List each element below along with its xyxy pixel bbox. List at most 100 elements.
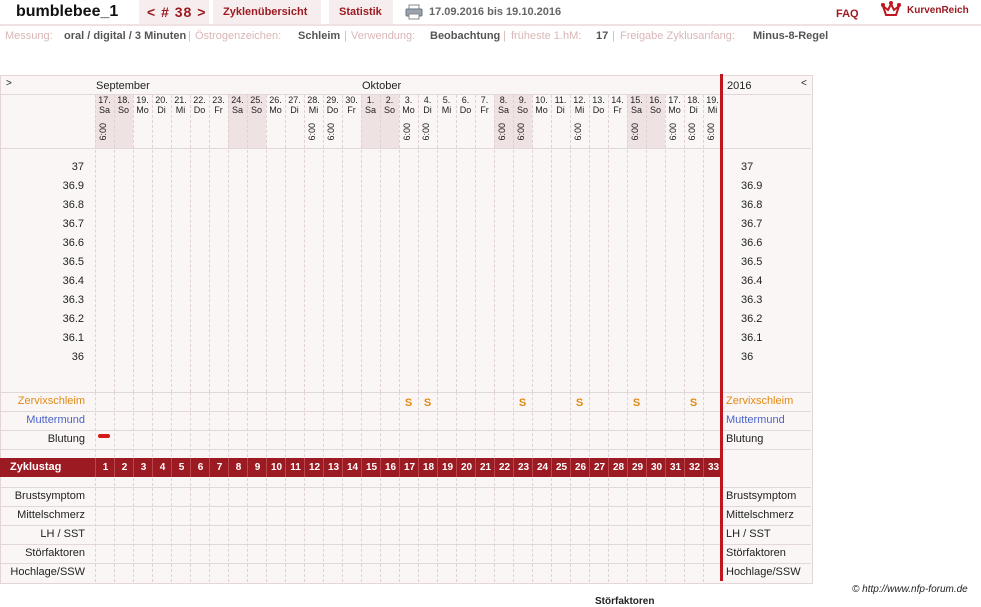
day-gridline	[228, 392, 229, 457]
day-header[interactable]: 27. Di	[285, 95, 304, 115]
print-icon[interactable]	[405, 4, 423, 20]
row-separator	[0, 148, 811, 149]
day-gridline	[152, 95, 153, 392]
cycle-day-number: 25	[551, 458, 571, 477]
scroll-right-arrow[interactable]: <	[801, 78, 807, 89]
cycle-day-number: 9	[247, 458, 267, 477]
zervix-mark: S	[575, 397, 584, 409]
temp-label-right: 36	[741, 351, 754, 363]
day-header[interactable]: 10. Mo	[532, 95, 551, 115]
faq-link[interactable]: FAQ	[836, 8, 859, 20]
weekday: So	[250, 104, 262, 115]
cycle-day-number: 13	[323, 458, 343, 477]
temp-label-left: 36.5	[62, 256, 84, 268]
cycle-day-number: 20	[456, 458, 476, 477]
day-gridline	[551, 392, 552, 457]
cycle-day-number: 16	[380, 458, 400, 477]
day-gridline	[95, 478, 96, 582]
day-header[interactable]: 1. Sa	[361, 95, 380, 115]
row-label-bottom-right: LH / SST	[726, 528, 771, 540]
day-header[interactable]: 22. Do	[190, 95, 209, 115]
day-header[interactable]: 14. Fr	[608, 95, 627, 115]
day-gridline	[342, 392, 343, 457]
day-gridline	[418, 478, 419, 582]
weekday: Fr	[214, 104, 223, 115]
day-header[interactable]: 24. Sa	[228, 95, 247, 115]
day-header[interactable]: 8. Sa	[494, 95, 513, 115]
verwendung-label: Verwendung:	[351, 30, 416, 42]
day-header[interactable]: 11. Di	[551, 95, 570, 115]
day-gridline	[266, 392, 267, 457]
day-gridline	[247, 478, 248, 582]
day-header[interactable]: 4. Di	[418, 95, 437, 115]
day-gridline	[551, 95, 552, 392]
day-header[interactable]: 23. Fr	[209, 95, 228, 115]
temp-label-right: 37	[741, 161, 754, 173]
day-header[interactable]: 25. So	[247, 95, 266, 115]
weekday: Mo	[668, 104, 681, 115]
separator: |	[188, 30, 191, 42]
tab-zyklenuebersicht-label[interactable]: Zyklenübersicht	[223, 6, 307, 18]
day-gridline	[608, 95, 609, 392]
day-header[interactable]: 15. Sa	[627, 95, 646, 115]
cycle-nav-label[interactable]: < # 38 >	[147, 4, 206, 20]
day-header[interactable]: 6. Do	[456, 95, 475, 115]
day-gridline	[380, 95, 381, 392]
measure-time: 6:00	[668, 123, 678, 141]
day-gridline	[532, 478, 533, 582]
tab-zyklenuebersicht[interactable]: Zyklenübersicht	[213, 0, 321, 24]
day-header[interactable]: 29. Do	[323, 95, 342, 115]
day-header[interactable]: 13. Do	[589, 95, 608, 115]
day-header[interactable]: 30. Fr	[342, 95, 361, 115]
tab-statistik-label[interactable]: Statistik	[339, 6, 382, 18]
day-header[interactable]: 3. Mo	[399, 95, 418, 115]
day-header[interactable]: 12. Mi	[570, 95, 589, 115]
day-gridline	[627, 478, 628, 582]
freigabe-value: Minus-8-Regel	[753, 30, 829, 42]
day-gridline	[589, 478, 590, 582]
day-header[interactable]: 17. Sa	[95, 95, 114, 115]
row-separator	[0, 544, 811, 545]
day-header[interactable]: 20. Di	[152, 95, 171, 115]
day-header[interactable]: 19. Mo	[133, 95, 152, 115]
day-gridline	[703, 95, 704, 392]
row-label-zervixschleim-right: Zervixschleim	[726, 395, 794, 407]
day-gridline	[304, 392, 305, 457]
tab-statistik[interactable]: Statistik	[329, 0, 393, 24]
temp-label-right: 36.4	[741, 275, 763, 287]
row-label-bottom: LH / SST	[40, 528, 85, 540]
day-header[interactable]: 9. So	[513, 95, 532, 115]
cycle-nav[interactable]: < # 38 >	[139, 0, 209, 24]
day-header[interactable]: 2. So	[380, 95, 399, 115]
day-header[interactable]: 7. Fr	[475, 95, 494, 115]
weekday: Mo	[535, 104, 548, 115]
cycle-day-number: 31	[665, 458, 685, 477]
day-gridline	[361, 478, 362, 582]
weekday: Sa	[497, 104, 509, 115]
day-gridline	[266, 95, 267, 392]
measure-time: 6:00	[687, 123, 697, 141]
day-header[interactable]: 18. So	[114, 95, 133, 115]
day-gridline	[152, 478, 153, 582]
messung-label: Messung:	[5, 30, 53, 42]
cycle-day-number: 3	[133, 458, 153, 477]
day-header[interactable]: 28. Mi	[304, 95, 323, 115]
day-header[interactable]: 26. Mo	[266, 95, 285, 115]
day-gridline	[380, 392, 381, 457]
weekday: Do	[592, 104, 605, 115]
day-header[interactable]: 16. So	[646, 95, 665, 115]
day-header[interactable]: 17. Mo	[665, 95, 684, 115]
day-header[interactable]: 5. Mi	[437, 95, 456, 115]
brand-logo[interactable]: KurvenReich	[880, 1, 980, 21]
day-gridline	[551, 478, 552, 582]
day-gridline	[532, 95, 533, 392]
temp-label-right: 36.8	[741, 199, 763, 211]
scroll-left-arrow[interactable]: >	[6, 78, 12, 89]
day-gridline	[532, 392, 533, 457]
day-gridline	[209, 478, 210, 582]
day-header[interactable]: 21. Mi	[171, 95, 190, 115]
day-gridline	[646, 392, 647, 457]
row-separator	[0, 563, 811, 564]
day-header[interactable]: 18. Di	[684, 95, 703, 115]
separator: |	[344, 30, 347, 42]
